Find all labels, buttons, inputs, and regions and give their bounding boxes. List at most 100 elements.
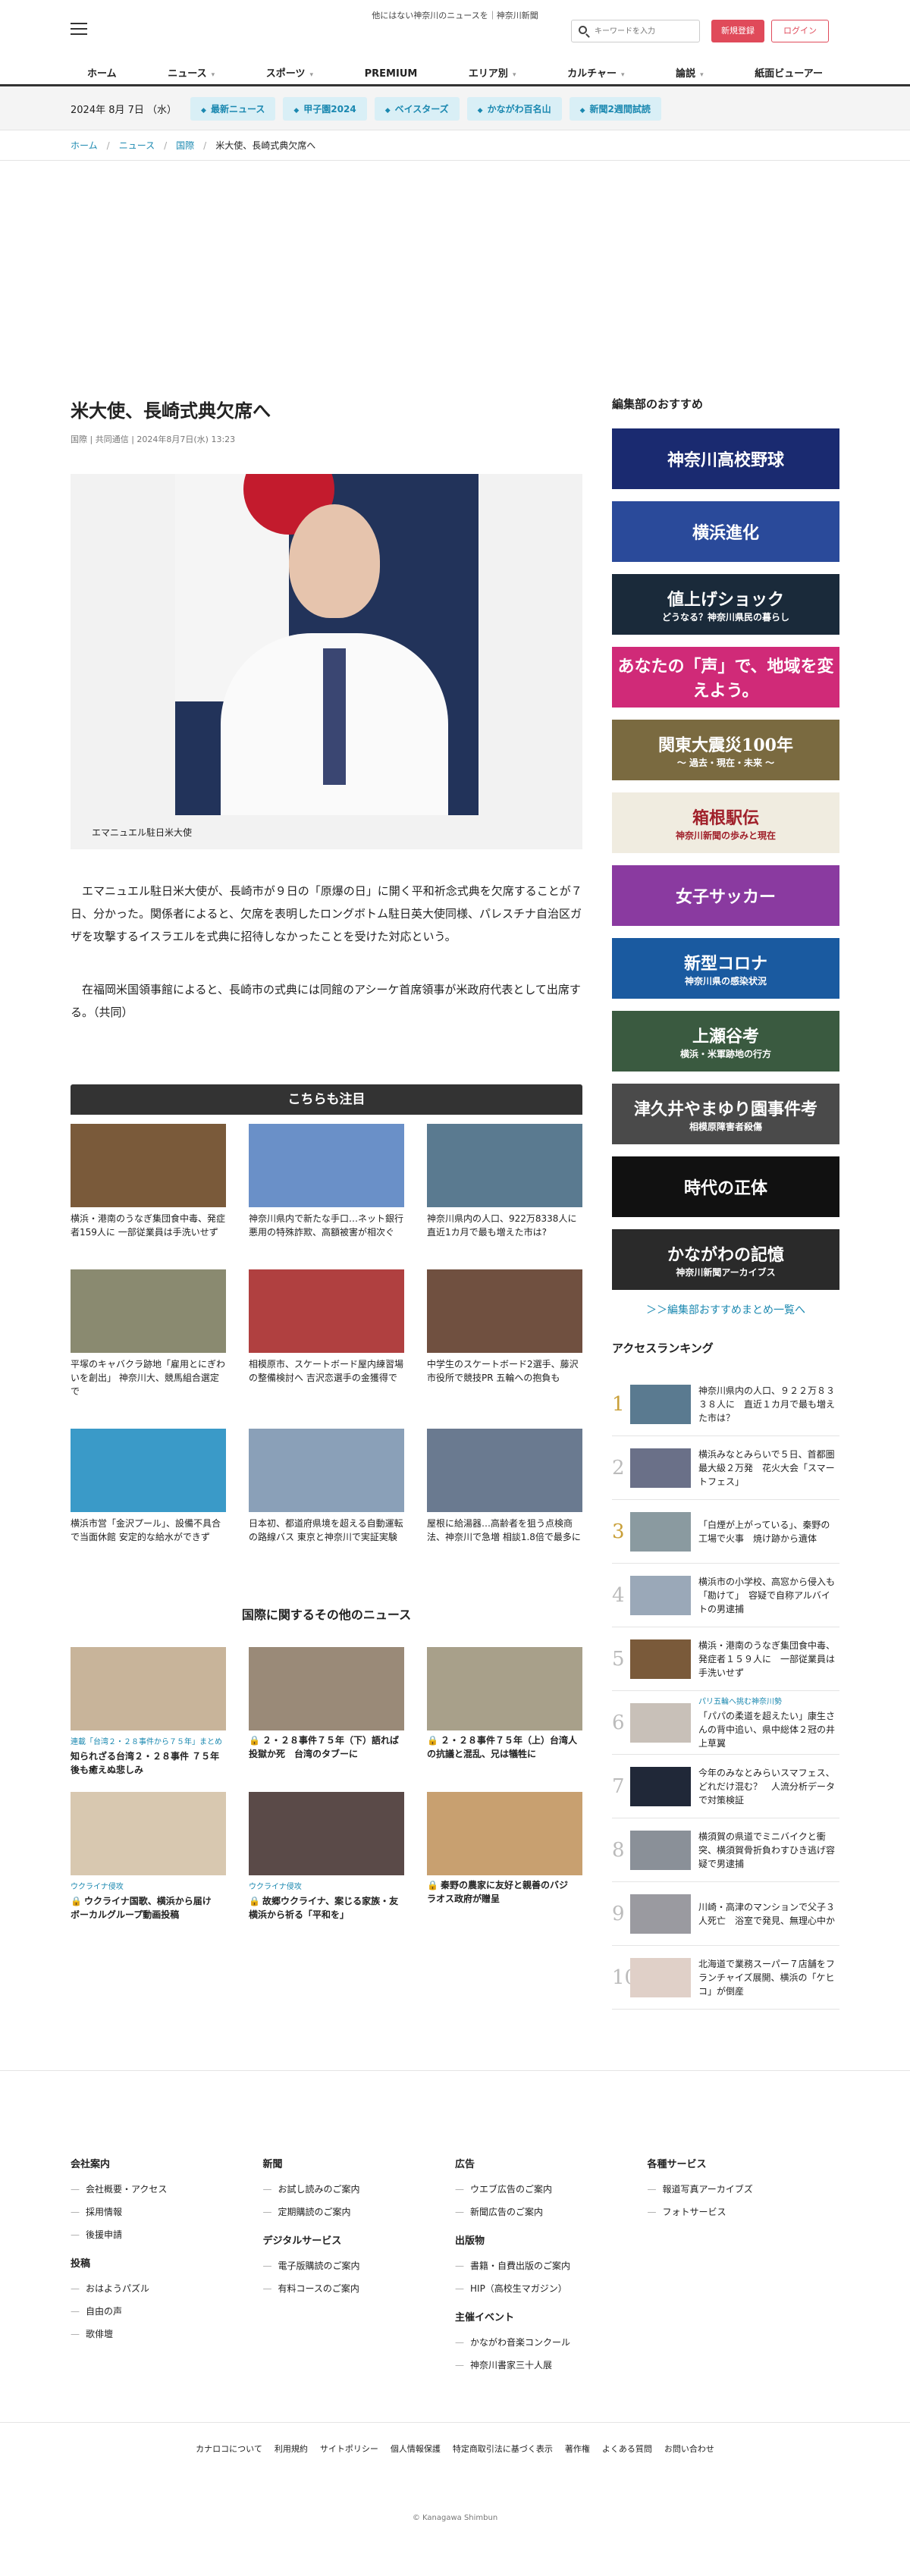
recommend-banner[interactable]: 時代の正体 [612,1156,839,1217]
footer-bottom-link[interactable]: カナロコについて [196,2444,262,2454]
attention-card[interactable]: 相模原市、スケートボード屋内練習場の整備検討へ 吉沢恋選手の金獲得で [249,1269,404,1398]
other-news-card[interactable]: 🔒 ２・２８事件７５年（上）台湾人の抗議と混乱、兄は犠牲に [427,1647,582,1777]
footer-bottom-link[interactable]: 特定商取引法に基づく表示 [453,2444,553,2454]
recommend-banner[interactable]: かながわの記憶 神奈川新聞アーカイブス [612,1229,839,1290]
footer-link[interactable]: 採用情報 [71,2201,263,2223]
footer-link[interactable]: ウエブ広告のご案内 [455,2178,648,2201]
footer-link[interactable]: フォトサービス [648,2201,840,2223]
ranking-item[interactable]: 9 川崎・高津のマンションで父子３人死亡 浴室で発見、無理心中か [612,1882,839,1946]
footer-link[interactable]: 報道写真アーカイブズ [648,2178,840,2201]
ranking-item[interactable]: 4 横浜市の小学校、高窓から侵入も「勘けて」 容疑で自称アルバイトの男逮捕 [612,1564,839,1627]
topic-pill[interactable]: かながわ百名山 [466,96,562,121]
nav-item[interactable]: カルチャー ▾ [558,62,633,87]
recommend-banner[interactable]: 箱根駅伝 神奈川新聞の歩みと現在 [612,792,839,853]
nav-item[interactable]: PREMIUM [356,62,427,87]
ranking-item[interactable]: 1 神奈川県内の人口、９２２万８３３８人に 直近１カ月で最も増えた市は？ [612,1373,839,1436]
card-thumbnail [71,1792,226,1875]
lock-icon: 🔒 [249,1735,260,1746]
card-thumbnail [427,1792,582,1875]
other-news-card[interactable]: 連載「台湾２・２８事件から７５年」まとめ 知られざる台湾２・２８事件 ７５年後も癒… [71,1647,226,1777]
login-button[interactable]: ログイン [771,20,829,42]
attention-card[interactable]: 横浜・港南のうなぎ集団食中毒、発症者159人に 一部従業員は手洗いせず [71,1124,226,1239]
attention-card[interactable]: 神奈川県内の人口、922万8338人に 直近1カ月で最も増えた市は? [427,1124,582,1239]
footer-link[interactable]: 有料コースのご案内 [263,2277,456,2300]
ranking-title: 横浜・港南のうなぎ集団食中毒、発症者１５９人に 一部従業員は手洗いせず [698,1639,836,1678]
recommend-banner[interactable]: 女子サッカー [612,865,839,926]
ranking-text: 横浜市の小学校、高窓から侵入も「勘けて」 容疑で自称アルバイトの男逮捕 [698,1575,835,1616]
banner-title: 上瀬谷考 [692,1026,759,1046]
recommend-banner[interactable]: あなたの「声」で、地域を変えよう。 [612,647,839,708]
breadcrumb-item[interactable]: ニュース [119,140,155,151]
attention-card[interactable]: 日本初、都道府県境を超える自動運転の路線バス 東京と神奈川で実証実験 [249,1429,404,1544]
recommend-banner[interactable]: 神奈川高校野球 [612,428,839,489]
nav-item[interactable]: スポーツ ▾ [257,62,322,87]
ranking-text: 神奈川県内の人口、９２２万８３３８人に 直近１カ月で最も増えた市は？ [698,1384,835,1425]
breadcrumb-item[interactable]: ホーム [71,140,98,151]
footer-bottom-link[interactable]: サイトポリシー [320,2444,378,2454]
attention-card[interactable]: 神奈川県内で新たな手口…ネット銀行悪用の特殊詐欺、高額被害が相次ぐ [249,1124,404,1239]
card-title-wrap: 🔒 ウクライナ国歌、横浜から届け ボーカルグループ動画投稿 [71,1894,226,1922]
attention-card[interactable]: 屋根に給湯器…高齢者を狙う点検商法、神奈川で急増 相談1.8倍で最多に [427,1429,582,1544]
footer-heading: 各種サービス [647,2159,707,2170]
ranking-text: 川崎・高津のマンションで父子３人死亡 浴室で発見、無理心中か [698,1900,835,1928]
topic-pill[interactable]: 甲子園2024 [283,96,367,121]
topic-pill[interactable]: 新聞2週間試読 [569,96,661,121]
recommend-more-link[interactable]: ＞＞編集部おすすめまとめ一覧へ [612,1302,839,1317]
ranking-item[interactable]: 5 横浜・港南のうなぎ集団食中毒、発症者１５９人に 一部従業員は手洗いせず [612,1627,839,1691]
footer-bottom-link[interactable]: 個人情報保護 [391,2444,441,2454]
attention-card[interactable]: 平塚のキャバクラ跡地「雇用とにぎわいを創出」 神奈川大、競馬組合選定で [71,1269,226,1398]
footer-link[interactable]: 後援申請 [71,2223,263,2246]
register-button[interactable]: 新規登録 [711,20,764,42]
ranking-item[interactable]: 10 北海道で業務スーパー７店舗をフランチャイズ展開、横浜の「ケヒコ」が倒産 [612,1946,839,2010]
breadcrumb-separator: / [164,140,168,151]
nav-item[interactable]: 論説 ▾ [667,62,713,87]
recommend-banner[interactable]: 横浜進化 [612,501,839,562]
footer-link[interactable]: 電子版購読のご案内 [263,2254,456,2277]
other-news-card[interactable]: 🔒 ２・２８事件７５年（下）語れば投獄か死 台湾のタブーに [249,1647,404,1777]
footer-link[interactable]: 書籍・自費出版のご案内 [455,2254,648,2277]
ranking-item[interactable]: 3 「白煙が上がっている」、秦野の工場で火事 焼け跡から遺体 [612,1500,839,1564]
recommend-banner[interactable]: 上瀬谷考 横浜・米軍跡地の行方 [612,1011,839,1072]
footer-link[interactable]: 神奈川書家三十人展 [455,2354,648,2377]
footer-link[interactable]: 新聞広告のご案内 [455,2201,648,2223]
nav-item[interactable]: 紙面ビューアー [745,62,832,87]
nav-item[interactable]: ニュース ▾ [158,62,224,87]
footer-link[interactable]: HIP（高校生マガジン） [455,2277,648,2300]
footer-link[interactable]: おはようパズル [71,2277,263,2300]
ranking-item[interactable]: 2 横浜みなとみらいで５日、首都圏最大級２万発 花火大会「スマートフェス」 [612,1436,839,1500]
footer-bottom-link[interactable]: 利用規約 [275,2444,308,2454]
topic-pill[interactable]: ベイスターズ [374,96,460,121]
attention-card[interactable]: 横浜市営「金沢プール」、設備不具合で当面休館 安定的な給水ができず [71,1429,226,1544]
footer-link[interactable]: 会社概要・アクセス [71,2178,263,2201]
banner-title: 関東大震災100年 [658,735,793,755]
other-news-card[interactable]: ウクライナ侵攻 🔒 ウクライナ国歌、横浜から届け ボーカルグループ動画投稿 [71,1792,226,1922]
card-title: 中学生のスケートボード2選手、藤沢市役所で競技PR 五輪への抱負も [427,1359,579,1383]
nav-item[interactable]: ホーム [78,62,126,87]
recommend-banner[interactable]: 値上げショック どうなる？神奈川県民の暮らし [612,574,839,635]
footer-link[interactable]: お試し読みのご案内 [263,2178,456,2201]
ranking-item[interactable]: 7 今年のみなとみらいスマフェス、どれだけ混む？ 人流分析データで対策検証 [612,1755,839,1818]
ranking-item[interactable]: 6 パリ五輪へ挑む神奈川勢 「パパの柔道を超えたい」康生さんの背中追い、県中総体２冠… [612,1691,839,1755]
search-box[interactable] [571,20,700,42]
topic-pill[interactable]: 最新ニュース [190,96,276,121]
footer-link[interactable]: 自由の声 [71,2300,263,2323]
breadcrumb-item[interactable]: 国際 [176,140,194,151]
banner-text-wrap: 時代の正体 [684,1175,767,1199]
nav-item[interactable]: エリア別 ▾ [460,62,526,87]
footer-link[interactable]: 歌俳壇 [71,2323,263,2345]
footer-link[interactable]: かながわ音楽コンクール [455,2331,648,2354]
footer-bottom-link[interactable]: 著作権 [565,2444,590,2454]
recommend-banner[interactable]: 関東大震災100年〜 過去・現在・未来 〜 [612,720,839,780]
footer-link[interactable]: 定期購読のご案内 [263,2201,456,2223]
other-news-card[interactable]: 🔒 秦野の農家に友好と親善のバジ ラオス政府が贈呈 [427,1792,582,1922]
recommend-banner[interactable]: 津久井やまゆり園事件考 相模原障害者殺傷 [612,1084,839,1144]
menu-icon[interactable] [71,23,87,35]
footer-bottom-link[interactable]: よくある質問 [602,2444,652,2454]
footer-bottom-link[interactable]: お問い合わせ [664,2444,714,2454]
footer-heading: 広告 [455,2159,475,2170]
ranking-item[interactable]: 8 横須賀の県道でミニバイクと衝突、横須賀骨折負わすひき逃げ容疑で男逮捕 [612,1818,839,1882]
search-input[interactable] [595,24,693,38]
recommend-banner[interactable]: 新型コロナ 神奈川県の感染状況 [612,938,839,999]
attention-card[interactable]: 中学生のスケートボード2選手、藤沢市役所で競技PR 五輪への抱負も [427,1269,582,1398]
other-news-card[interactable]: ウクライナ侵攻 🔒 故郷ウクライナ、案じる家族・友 横浜から祈る「平和を」 [249,1792,407,1922]
